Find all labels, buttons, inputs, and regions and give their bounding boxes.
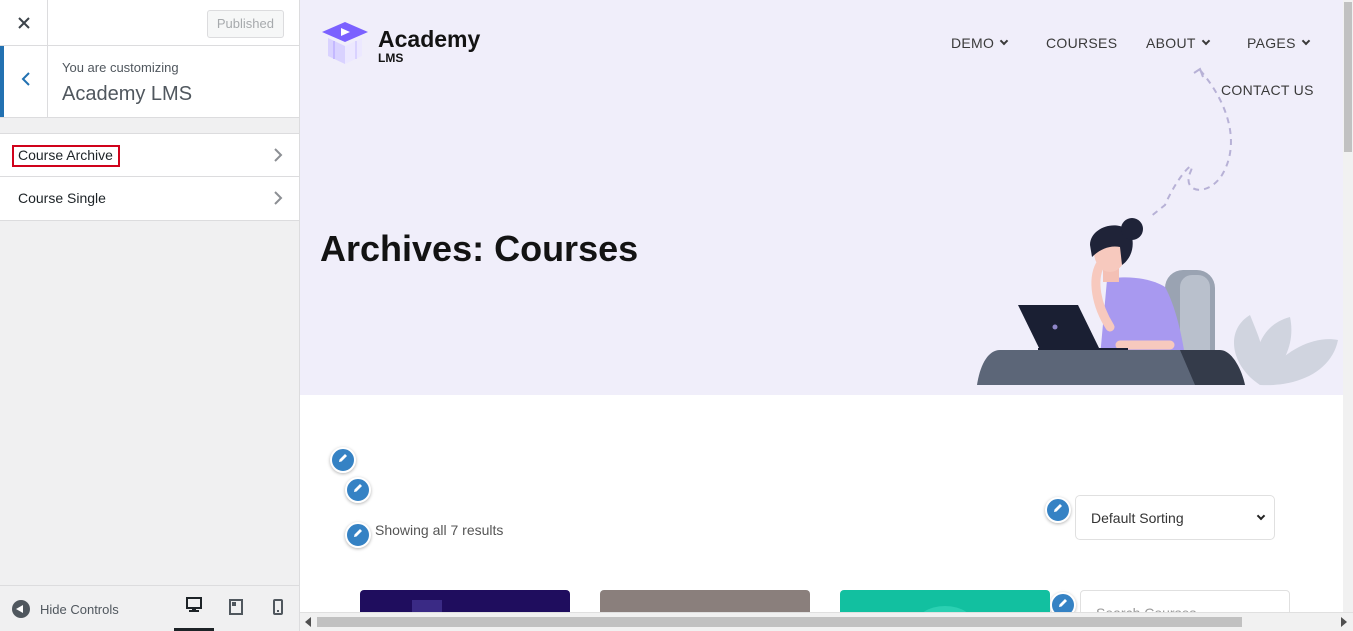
edit-shortcut-button[interactable]: [330, 447, 356, 473]
logo-sub-text: LMS: [378, 50, 404, 65]
result-count: Showing all 7 results: [375, 522, 504, 538]
chevron-down-icon: [999, 36, 1009, 46]
preview-desktop-button[interactable]: [174, 586, 214, 631]
published-button[interactable]: Published: [206, 10, 284, 38]
back-button[interactable]: [0, 46, 48, 117]
edit-shortcut-button[interactable]: [345, 477, 371, 503]
desktop-icon: [185, 596, 203, 618]
nav-item-pages[interactable]: PAGES: [1247, 35, 1310, 51]
preview-tablet-button[interactable]: [216, 586, 256, 631]
sorting-select[interactable]: Default Sorting: [1075, 495, 1275, 540]
chevron-left-icon: [21, 72, 31, 91]
nav-label: DEMO: [951, 35, 995, 51]
pencil-icon: [337, 451, 349, 469]
nav-label: COURSES: [1046, 35, 1118, 51]
section-course-archive[interactable]: Course Archive: [0, 133, 299, 177]
chevron-down-icon: [1256, 511, 1266, 520]
site-logo[interactable]: Academy LMS: [320, 20, 480, 71]
close-icon: [17, 12, 30, 35]
hide-controls-button[interactable]: Hide Controls: [12, 600, 119, 618]
chevron-down-icon: [1301, 36, 1310, 46]
section-label: Course Archive: [18, 147, 113, 163]
nav-label: PAGES: [1247, 35, 1296, 51]
preview-mobile-button[interactable]: [258, 586, 298, 631]
customizing-info: You are customizing Academy LMS: [0, 46, 299, 118]
sidebar-header: Published: [0, 0, 299, 46]
section-label: Course Single: [18, 190, 106, 206]
scroll-right-icon[interactable]: [1341, 617, 1347, 627]
sorting-selected-value: Default Sorting: [1091, 509, 1184, 526]
customizing-label: You are customizing: [62, 60, 179, 75]
scrollbar-thumb[interactable]: [1344, 2, 1352, 152]
sidebar-footer: Hide Controls: [0, 585, 299, 631]
student-illustration: [977, 67, 1338, 386]
hide-controls-label: Hide Controls: [40, 601, 119, 617]
chevron-down-icon: [1201, 36, 1210, 46]
scroll-left-icon[interactable]: [305, 617, 311, 627]
page-title: Archives: Courses: [320, 228, 639, 269]
site-title: Academy LMS: [62, 83, 193, 105]
pencil-icon: [352, 526, 364, 544]
edit-shortcut-button[interactable]: [1045, 497, 1071, 523]
nav-label: ABOUT: [1146, 35, 1196, 51]
customizer-sidebar: Published You are customizing Academy LM…: [0, 0, 300, 631]
pencil-icon: [1052, 501, 1064, 519]
close-customizer-button[interactable]: [0, 0, 48, 46]
scrollbar-thumb[interactable]: [317, 617, 1242, 627]
logo-main-text: Academy: [378, 25, 481, 52]
chevron-right-icon: [274, 148, 283, 167]
nav-item-courses[interactable]: COURSES: [1046, 35, 1117, 51]
nav-item-about[interactable]: ABOUT: [1146, 35, 1210, 51]
pencil-icon: [352, 481, 364, 499]
section-course-single[interactable]: Course Single: [0, 177, 299, 221]
tablet-icon: [229, 598, 243, 620]
chevron-right-icon: [274, 191, 283, 210]
mobile-icon: [273, 598, 283, 620]
hero-section: Academy LMS DEMO COURSES ABOUT PAGES CON…: [300, 0, 1353, 395]
site-preview: Academy LMS DEMO COURSES ABOUT PAGES CON…: [300, 0, 1353, 631]
graduation-cap-icon: [320, 20, 370, 71]
nav-item-demo[interactable]: DEMO: [951, 35, 1009, 51]
edit-shortcut-button[interactable]: [345, 522, 371, 548]
vertical-scrollbar[interactable]: [1343, 0, 1353, 612]
collapse-icon: [12, 600, 30, 618]
horizontal-scrollbar[interactable]: [300, 612, 1353, 631]
